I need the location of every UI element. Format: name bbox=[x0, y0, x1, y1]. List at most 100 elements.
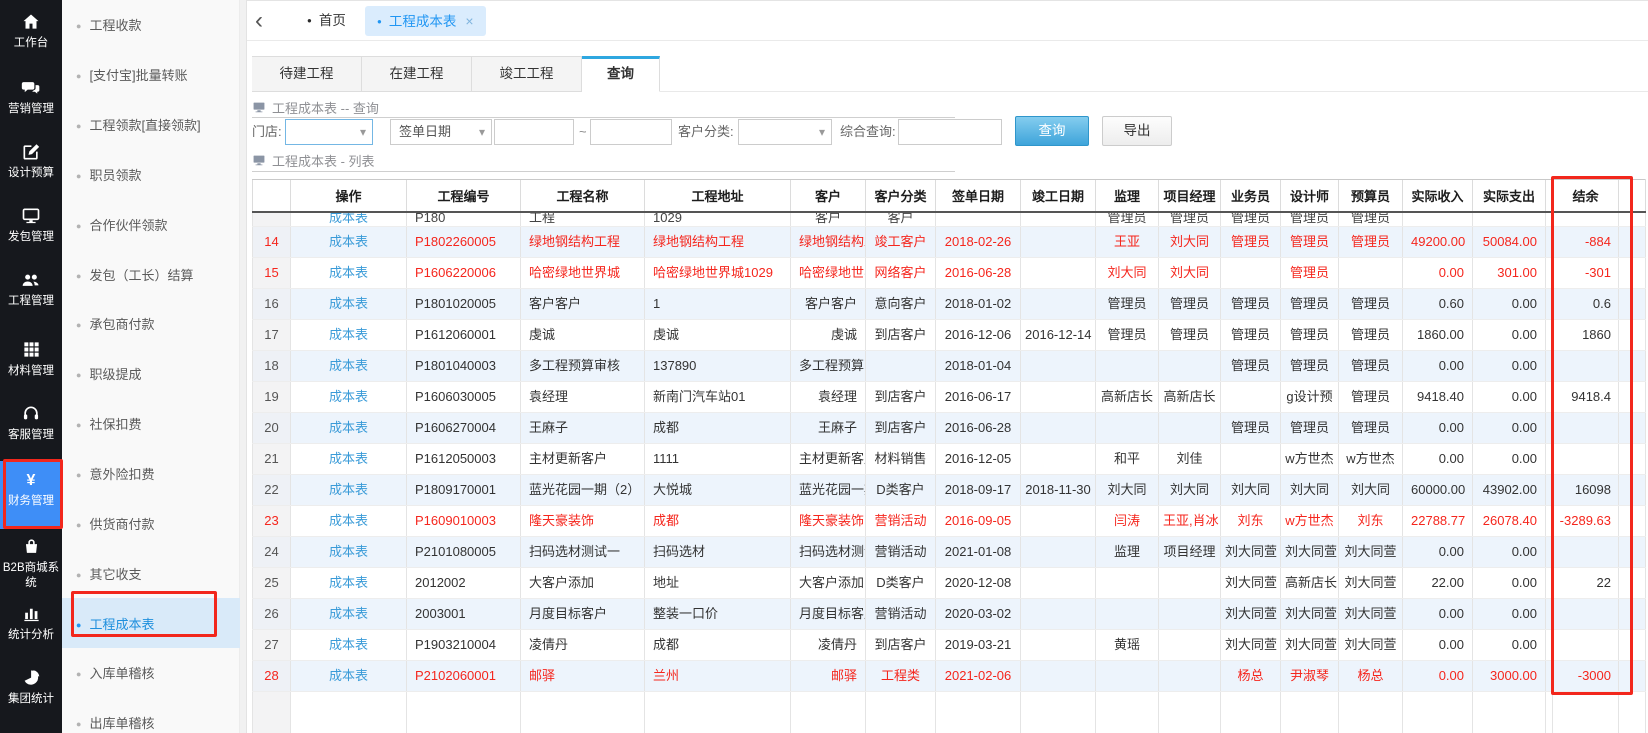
tabs-back-chevron-icon[interactable] bbox=[255, 5, 275, 37]
menu-item[interactable]: 职员领款 bbox=[62, 150, 240, 200]
content-tab[interactable]: 竣工工程 bbox=[472, 56, 582, 92]
sidebar-item-project-mgmt[interactable]: 工程管理 bbox=[0, 270, 62, 309]
project-name-cell: 凌倩丹 bbox=[520, 629, 645, 661]
menu-item[interactable]: 入库单稽核 bbox=[62, 648, 240, 698]
customer-category-cell: 营销活动 bbox=[865, 536, 936, 568]
tab-project-cost-sheet[interactable]: 工程成本表 bbox=[365, 6, 486, 36]
project-code-cell: P1612050003 bbox=[406, 443, 521, 475]
menu-item[interactable]: 工程领款[直接领款] bbox=[62, 100, 240, 150]
customer-cell: 大客户添加 bbox=[790, 567, 866, 599]
designer-cell: 管理员 bbox=[1280, 319, 1339, 351]
budgeter-cell: 管理员 bbox=[1338, 288, 1403, 320]
supervisor-cell: 刘大同 bbox=[1095, 474, 1159, 506]
cost-sheet-link[interactable]: 成本表 bbox=[329, 265, 368, 280]
tab-close-icon[interactable] bbox=[465, 14, 473, 29]
customer-cell: 绿地钢结构工 bbox=[790, 226, 866, 258]
menu-item[interactable]: [支付宝]批量转账 bbox=[62, 50, 240, 100]
menu-item[interactable]: 职级提成 bbox=[62, 349, 240, 399]
budgeter-cell: w方世杰 bbox=[1338, 443, 1403, 475]
finish-date-cell bbox=[1020, 226, 1096, 258]
supervisor-cell: 黄瑶 bbox=[1095, 629, 1159, 661]
customer-cell: 蓝光花园一期 bbox=[790, 474, 866, 506]
menu-item[interactable]: 工程成本表 bbox=[62, 598, 240, 648]
cost-sheet-link[interactable]: 成本表 bbox=[329, 575, 368, 590]
bullet-icon bbox=[76, 665, 81, 680]
menu-item[interactable]: 意外险扣费 bbox=[62, 449, 240, 499]
project-manager-cell: 刘大同 bbox=[1158, 226, 1221, 258]
sidebar-item-statistics[interactable]: 统计分析 bbox=[0, 604, 62, 643]
cost-sheet-link[interactable]: 成本表 bbox=[329, 482, 368, 497]
section-divider bbox=[252, 117, 955, 118]
sidebar-item-design-budget[interactable]: 设计预算 bbox=[0, 142, 62, 181]
sidebar-item-customer-service[interactable]: 客服管理 bbox=[0, 404, 62, 443]
keyword-input[interactable] bbox=[899, 120, 1001, 144]
keyword-label: 综合查询: bbox=[840, 124, 896, 139]
table-row: 15 成本表 P1606220006 哈密绿地世界城 哈密绿地世界城1029 哈… bbox=[252, 257, 1646, 289]
cost-sheet-link[interactable]: 成本表 bbox=[329, 513, 368, 528]
store-select[interactable] bbox=[285, 119, 373, 145]
project-code-cell: P1606030005 bbox=[406, 381, 521, 413]
actual-income-cell: 0.00 bbox=[1402, 536, 1473, 568]
cost-sheet-link[interactable]: 成本表 bbox=[329, 606, 368, 621]
project-name-cell: 蓝光花园一期（2） bbox=[520, 474, 645, 506]
designer-cell: 管理员 bbox=[1280, 288, 1339, 320]
cost-sheet-link[interactable]: 成本表 bbox=[329, 389, 368, 404]
sidebar-item-workbench[interactable]: 工作台 bbox=[0, 12, 62, 51]
cost-sheet-link[interactable]: 成本表 bbox=[329, 451, 368, 466]
sidebar-item-b2b-mall[interactable]: B2B商城系统 bbox=[0, 537, 62, 591]
project-manager-cell: 管理员 bbox=[1158, 319, 1221, 351]
customer-cell: 多工程预算审 bbox=[790, 350, 866, 382]
sign-date-cell: 2018-09-17 bbox=[935, 474, 1021, 506]
sidebar-item-finance[interactable]: ¥ 财务管理 bbox=[0, 461, 62, 529]
col-sign-date: 签单日期 bbox=[935, 179, 1021, 213]
menu-item[interactable]: 供货商付款 bbox=[62, 498, 240, 548]
sidebar-scrollbar[interactable] bbox=[240, 0, 247, 733]
cost-sheet-link[interactable]: 成本表 bbox=[329, 358, 368, 373]
sidebar-item-contract-out[interactable]: 发包管理 bbox=[0, 206, 62, 245]
customer-category-cell: 竣工客户 bbox=[865, 226, 936, 258]
menu-item[interactable]: 出库单稽核 bbox=[62, 698, 240, 733]
menu-item[interactable]: 其它收支 bbox=[62, 548, 240, 598]
content-tab[interactable]: 待建工程 bbox=[252, 56, 362, 92]
finance-menu-sidebar: 工程收款 [支付宝]批量转账 工程领款[直接领款] 职员领款 合作伙伴领款 发包… bbox=[62, 0, 240, 733]
cost-sheet-link[interactable]: 成本表 bbox=[329, 637, 368, 652]
date-from-input[interactable] bbox=[495, 120, 573, 144]
budgeter-cell: 刘大同萱 bbox=[1338, 629, 1403, 661]
menu-item[interactable]: 工程收款 bbox=[62, 0, 240, 50]
sign-date-cell: 2021-02-06 bbox=[935, 660, 1021, 692]
action-cell: 成本表 bbox=[290, 474, 407, 506]
sidebar-item-group-stats[interactable]: 集团统计 bbox=[0, 668, 62, 707]
actual-expense-cell: 0.00 bbox=[1472, 443, 1546, 475]
sidebar-item-material-mgmt[interactable]: 材料管理 bbox=[0, 340, 62, 379]
menu-item[interactable]: 承包商付款 bbox=[62, 299, 240, 349]
cost-sheet-link[interactable]: 成本表 bbox=[329, 327, 368, 342]
category-select[interactable] bbox=[738, 119, 832, 145]
content-tab[interactable]: 查询 bbox=[582, 56, 660, 92]
project-name-cell: 虔诚 bbox=[520, 319, 645, 351]
menu-item[interactable]: 发包（工长）结算 bbox=[62, 249, 240, 299]
cost-sheet-link[interactable]: 成本表 bbox=[329, 234, 368, 249]
sidebar-item-marketing[interactable]: 营销管理 bbox=[0, 78, 62, 117]
date-to-input[interactable] bbox=[591, 120, 671, 144]
menu-item[interactable]: 合作伙伴领款 bbox=[62, 199, 240, 249]
trailing-cell bbox=[1618, 505, 1646, 537]
customer-category-cell: 意向客户 bbox=[865, 288, 936, 320]
project-manager-cell: 高新店长 bbox=[1158, 381, 1221, 413]
finish-date-cell bbox=[1020, 660, 1096, 692]
export-button[interactable]: 导出 bbox=[1102, 116, 1172, 146]
sign-date-cell: 2019-03-21 bbox=[935, 629, 1021, 661]
row-number: 25 bbox=[252, 567, 291, 599]
cost-sheet-link[interactable]: 成本表 bbox=[329, 420, 368, 435]
menu-item[interactable]: 社保扣费 bbox=[62, 399, 240, 449]
cost-sheet-link[interactable]: 成本表 bbox=[329, 544, 368, 559]
tab-home[interactable]: 首页 bbox=[293, 6, 360, 36]
content-tab[interactable]: 在建工程 bbox=[362, 56, 472, 92]
shopping-bag-icon bbox=[0, 537, 62, 559]
menu-item-label: 发包（工长）结算 bbox=[89, 267, 194, 283]
cost-sheet-link[interactable]: 成本表 bbox=[329, 668, 368, 683]
salesperson-cell: 管理员 bbox=[1220, 226, 1281, 258]
budgeter-cell: 管理员 bbox=[1338, 381, 1403, 413]
date-type-select[interactable]: 签单日期 bbox=[390, 119, 492, 145]
search-button[interactable]: 查询 bbox=[1015, 116, 1089, 146]
cost-sheet-link[interactable]: 成本表 bbox=[329, 296, 368, 311]
